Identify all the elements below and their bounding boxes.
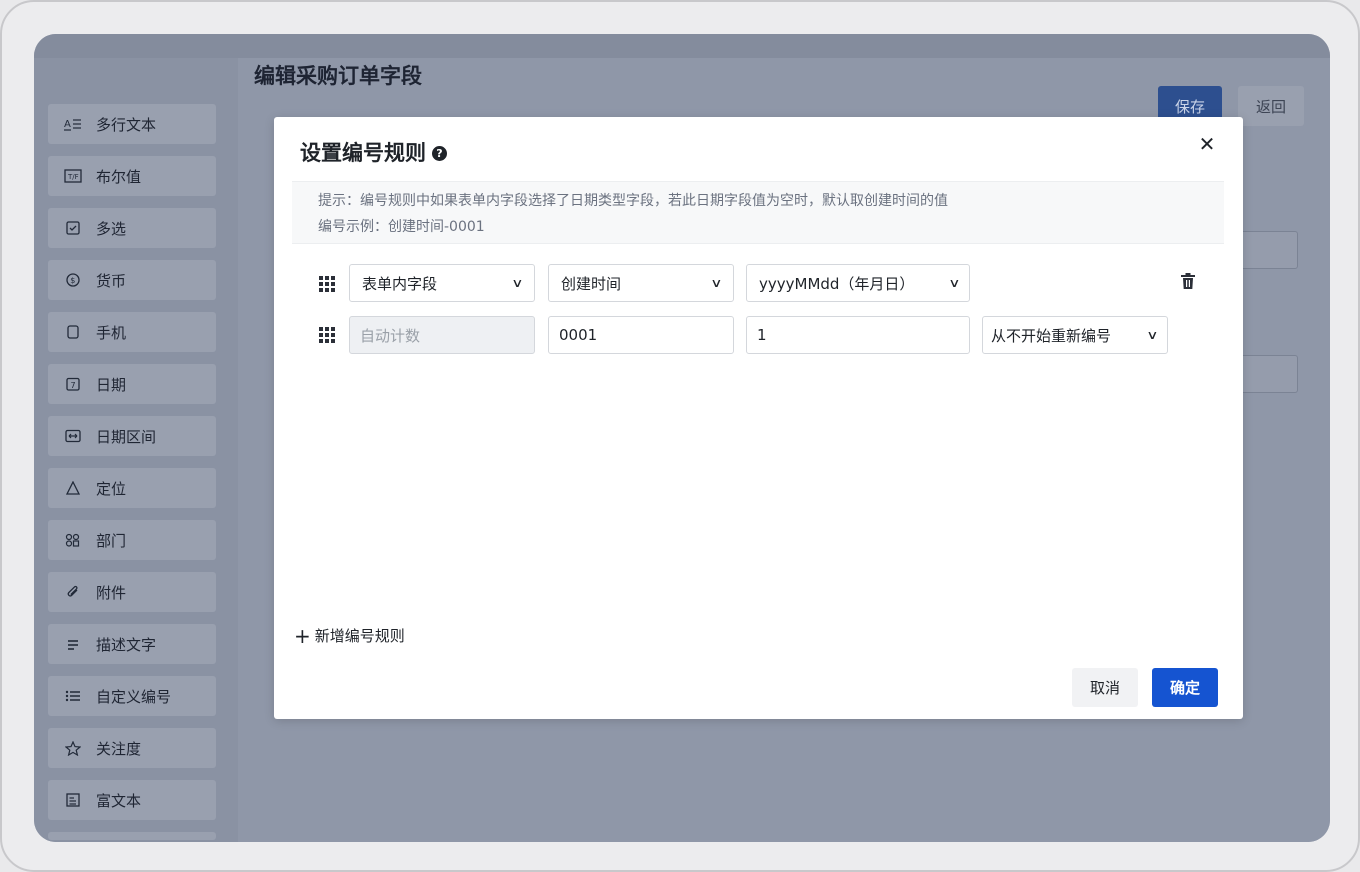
sidebar-item-label: 手机	[96, 323, 127, 342]
sidebar-item-label: 货币	[96, 271, 127, 290]
sidebar-item-location[interactable]: 定位	[48, 468, 216, 508]
sidebar-item-boolean[interactable]: T/F 布尔值	[48, 156, 216, 196]
calendar-icon: 7	[64, 375, 82, 393]
start-value-input[interactable]: 1	[746, 316, 970, 354]
reset-period-select[interactable]: 从不开始重新编号 ∨	[982, 316, 1168, 354]
sidebar-item-multiline-text[interactable]: A 多行文本	[48, 104, 216, 144]
sidebar-item-label: 定位	[96, 479, 127, 498]
sidebar-item-label: 自定义编号	[96, 687, 172, 706]
department-icon	[64, 531, 82, 549]
sidebar-item-label: 多行文本	[96, 115, 157, 134]
drag-handle-icon[interactable]	[319, 327, 335, 343]
sidebar-item-custom-number[interactable]: 自定义编号	[48, 676, 216, 716]
svg-text:7: 7	[71, 381, 76, 390]
chevron-down-icon: ∨	[710, 276, 723, 290]
digits-input[interactable]: 0001	[548, 316, 734, 354]
select-value: 表单内字段	[362, 274, 438, 293]
help-icon[interactable]: ?	[432, 146, 447, 161]
sidebar-item-label: 关注度	[96, 739, 142, 758]
sidebar-item-attachment[interactable]: 附件	[48, 572, 216, 612]
sidebar-item-label: 日期区间	[96, 427, 157, 446]
close-icon[interactable]: ✕	[1196, 132, 1218, 156]
sidebar-item-label: 日期	[96, 375, 127, 394]
rich-text-icon	[64, 791, 82, 809]
select-value: 创建时间	[561, 274, 622, 293]
date-range-icon	[64, 427, 82, 445]
cancel-button[interactable]: 取消	[1072, 668, 1138, 707]
input-value: 0001	[559, 326, 598, 344]
delete-icon[interactable]	[1180, 273, 1196, 291]
sidebar-item-label: 部门	[96, 531, 127, 550]
sidebar-item-label: 多选	[96, 219, 127, 238]
hint-text: 提示：编号规则中如果表单内字段选择了日期类型字段，若此日期字段值为空时，默认取创…	[318, 193, 948, 209]
example-text: 编号示例：创建时间-0001	[318, 219, 485, 235]
sidebar-item-label: 布尔值	[96, 167, 142, 186]
svg-text:T/F: T/F	[67, 173, 79, 181]
drag-handle-icon[interactable]	[319, 276, 335, 292]
sidebar-item-label: 描述文字	[96, 635, 157, 654]
select-value: yyyyMMdd（年月日）	[759, 274, 915, 293]
paperclip-icon	[64, 583, 82, 601]
sidebar-item-department[interactable]: 部门	[48, 520, 216, 560]
rule-source-select[interactable]: 表单内字段 ∨	[349, 264, 535, 302]
location-icon	[64, 479, 82, 497]
page-title: 编辑采购订单字段	[254, 64, 422, 88]
sidebar-item-phone[interactable]: 手机	[48, 312, 216, 352]
input-value: 1	[757, 326, 767, 344]
chevron-down-icon: ∨	[511, 276, 524, 290]
phone-icon	[64, 323, 82, 341]
star-icon	[64, 739, 82, 757]
multiline-text-icon: A	[64, 115, 82, 133]
sidebar-item-label: 富文本	[96, 791, 142, 810]
sidebar-item-multiselect[interactable]: 多选	[48, 208, 216, 248]
back-button[interactable]: 返回	[1238, 86, 1304, 126]
chevron-down-icon: ∨	[948, 276, 961, 290]
sidebar-item-description[interactable]: 描述文字	[48, 624, 216, 664]
rule-field-select[interactable]: 创建时间 ∨	[548, 264, 734, 302]
hint-box: 提示：编号规则中如果表单内字段选择了日期类型字段，若此日期字段值为空时，默认取创…	[292, 181, 1224, 244]
field-value: 自动计数	[360, 326, 421, 345]
numbering-rule-dialog: 设置编号规则 ? ✕ 提示：编号规则中如果表单内字段选择了日期类型字段，若此日期…	[274, 117, 1243, 719]
svg-text:A: A	[64, 119, 71, 130]
chevron-down-icon: ∨	[1146, 328, 1159, 342]
sidebar-item-label: 附件	[96, 583, 127, 602]
sidebar-item-rich-text[interactable]: 富文本	[48, 780, 216, 820]
auto-count-field: 自动计数	[349, 316, 535, 354]
add-rule-label: 新增编号规则	[314, 627, 405, 645]
boolean-icon: T/F	[64, 167, 82, 185]
date-format-select[interactable]: yyyyMMdd（年月日） ∨	[746, 264, 970, 302]
sidebar-item-date-range[interactable]: 日期区间	[48, 416, 216, 456]
checkbox-icon	[64, 219, 82, 237]
currency-icon: $	[64, 271, 82, 289]
select-value: 从不开始重新编号	[991, 326, 1112, 345]
sidebar-item-date[interactable]: 7 日期	[48, 364, 216, 404]
description-icon	[64, 635, 82, 653]
dialog-title: 设置编号规则 ?	[300, 137, 447, 167]
sidebar-item-attention[interactable]: 关注度	[48, 728, 216, 768]
dialog-title-text: 设置编号规则	[300, 141, 426, 165]
add-rule-button[interactable]: + 新增编号规则	[294, 625, 405, 646]
svg-text:$: $	[70, 276, 75, 285]
sidebar-item-currency[interactable]: $ 货币	[48, 260, 216, 300]
top-bar	[34, 34, 1330, 58]
sidebar-item-partial[interactable]	[48, 832, 216, 840]
confirm-button[interactable]: 确定	[1152, 668, 1218, 707]
plus-icon: +	[294, 623, 311, 648]
numbered-list-icon	[64, 687, 82, 705]
